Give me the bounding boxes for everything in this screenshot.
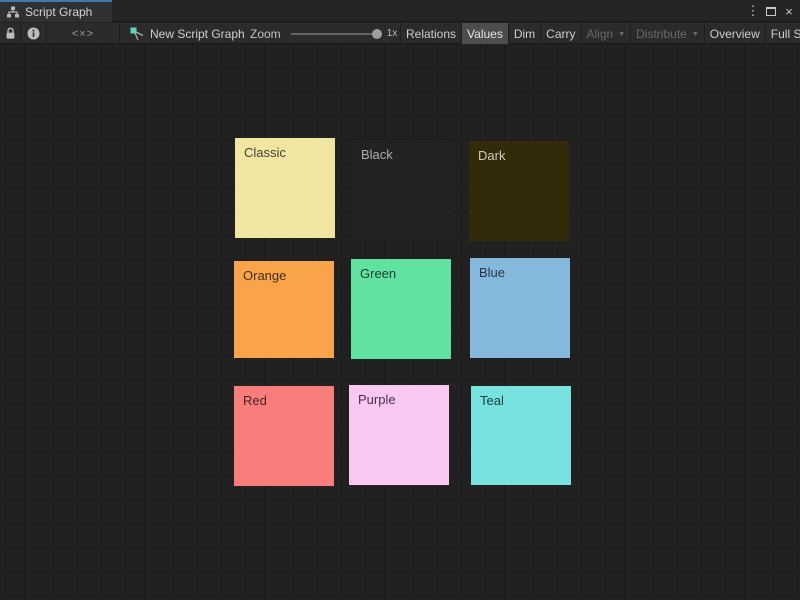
graph-canvas[interactable]: Classic Black Dark Orange Green Blue Red Purple… — [0, 44, 800, 600]
lock-button[interactable] — [0, 23, 21, 44]
tab-title: Script Graph — [25, 5, 92, 19]
toolbar-button-label: Carry — [546, 27, 575, 41]
sticky-note-title: Dark — [478, 148, 560, 163]
code-brackets-icon: <×> — [72, 28, 94, 40]
toolbar-button-full-screen[interactable]: Full Screen — [765, 23, 800, 44]
zoom-label: Zoom — [250, 27, 281, 41]
sticky-note-red[interactable]: Red — [234, 386, 334, 486]
toolbar-button-label: Overview — [710, 27, 760, 41]
sticky-note-blue[interactable]: Blue — [470, 258, 570, 358]
sticky-note-purple[interactable]: Purple — [349, 385, 449, 485]
zoom-slider[interactable] — [291, 33, 379, 35]
toolbar-button-align: Align ▼ — [581, 23, 631, 44]
sticky-note-black[interactable]: Black — [352, 140, 452, 240]
sticky-note-orange[interactable]: Orange — [234, 261, 334, 358]
close-icon[interactable]: × — [780, 0, 798, 22]
sticky-note-green[interactable]: Green — [351, 259, 451, 359]
toolbar-button-label: Align — [587, 27, 614, 41]
toolbar-button-label: Full Screen — [771, 27, 800, 41]
toolbar-button-values[interactable]: Values — [461, 23, 508, 44]
sticky-note-title: Teal — [480, 393, 562, 408]
sticky-note-title: Red — [243, 393, 325, 408]
sticky-note-title: Classic — [244, 145, 326, 160]
toolbar-button-distribute: Distribute ▼ — [630, 23, 704, 44]
lock-icon — [5, 27, 16, 40]
chevron-down-icon: ▼ — [618, 31, 625, 38]
zoom-slider-thumb[interactable] — [372, 29, 382, 39]
script-graph-icon — [130, 27, 144, 41]
sticky-note-classic[interactable]: Classic — [235, 138, 335, 238]
zoom-value: 1x — [387, 28, 398, 39]
script-graph-window: Script Graph ⋮ × — [0, 0, 800, 600]
toolbar-button-label: Dim — [514, 27, 535, 41]
graph-icon — [7, 6, 19, 18]
graph-name-group[interactable]: New Script Graph — [130, 23, 245, 44]
toolbar-button-relations[interactable]: Relations — [400, 23, 461, 44]
info-icon — [27, 27, 40, 40]
window-controls: ⋮ × — [744, 0, 798, 22]
chevron-down-icon: ▼ — [692, 31, 699, 38]
tab-script-graph[interactable]: Script Graph — [0, 0, 112, 22]
toolbar: <×> New Script Graph Zoom 1x Relations Va… — [0, 23, 800, 44]
info-button[interactable] — [21, 23, 47, 44]
maximize-icon[interactable] — [762, 0, 780, 22]
kebab-menu-icon[interactable]: ⋮ — [744, 0, 762, 22]
titlebar: Script Graph ⋮ × — [0, 0, 800, 22]
toolbar-left-group: <×> — [0, 23, 120, 44]
sticky-note-dark[interactable]: Dark — [469, 141, 569, 241]
zoom-control: Zoom 1x — [250, 23, 397, 44]
sticky-note-title: Black — [361, 147, 443, 162]
toolbar-button-carry[interactable]: Carry — [540, 23, 580, 44]
toolbar-button-label: Distribute — [636, 27, 687, 41]
sticky-note-title: Purple — [358, 392, 440, 407]
toolbar-button-label: Values — [467, 27, 503, 41]
sticky-note-title: Orange — [243, 268, 325, 283]
sticky-note-teal[interactable]: Teal — [471, 386, 571, 485]
sticky-note-title: Blue — [479, 265, 561, 280]
toolbar-button-dim[interactable]: Dim — [508, 23, 540, 44]
code-view-button[interactable]: <×> — [47, 23, 120, 44]
sticky-note-title: Green — [360, 266, 442, 281]
graph-name-label: New Script Graph — [150, 27, 245, 41]
toolbar-right-buttons: Relations Values Dim Carry Align ▼ Distribute ▼… — [400, 23, 800, 44]
toolbar-button-overview[interactable]: Overview — [704, 23, 765, 44]
toolbar-button-label: Relations — [406, 27, 456, 41]
